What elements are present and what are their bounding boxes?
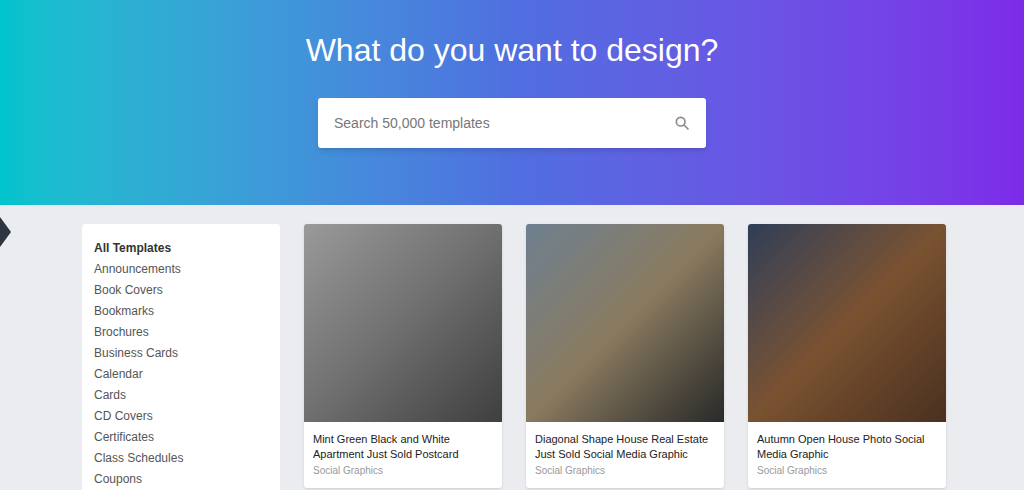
sidebar-item[interactable]: All Templates [94, 238, 268, 259]
search-input[interactable] [334, 113, 674, 134]
sidebar-item[interactable]: Cards [94, 385, 268, 406]
template-preview[interactable] [748, 224, 946, 422]
sidebar-item[interactable]: Announcements [94, 259, 268, 280]
template-card[interactable]: Diagonal Shape House Real Estate Just So… [526, 224, 724, 488]
template-card[interactable]: Mint Green Black and White Apartment Jus… [304, 224, 502, 488]
sidebar-item[interactable]: Book Covers [94, 280, 268, 301]
template-preview[interactable] [526, 224, 724, 422]
card-info: Mint Green Black and White Apartment Jus… [304, 422, 502, 488]
sidebar-item[interactable]: Bookmarks [94, 301, 268, 322]
card-grid: Mint Green Black and White Apartment Jus… [304, 224, 946, 490]
sidebar-item[interactable]: Calendar [94, 364, 268, 385]
card-title[interactable]: Mint Green Black and White Apartment Jus… [313, 432, 493, 462]
hero: What do you want to design? [0, 0, 1024, 205]
hero-title: What do you want to design? [306, 28, 719, 72]
card-category: Social Graphics [757, 463, 937, 478]
sidebar-item[interactable]: Brochures [94, 322, 268, 343]
sidebar-item[interactable]: Class Schedules [94, 448, 268, 469]
card-category: Social Graphics [313, 463, 493, 478]
template-preview[interactable] [304, 224, 502, 422]
card-title[interactable]: Diagonal Shape House Real Estate Just So… [535, 432, 715, 462]
search-icon[interactable] [674, 115, 690, 131]
card-title[interactable]: Autumn Open House Photo Social Media Gra… [757, 432, 937, 462]
sidebar-item[interactable]: CD Covers [94, 406, 268, 427]
collapse-arrow-icon[interactable] [0, 217, 11, 247]
page: What do you want to design? All Templates… [0, 0, 1024, 490]
sidebar-item[interactable]: Certificates [94, 427, 268, 448]
template-card[interactable]: Autumn Open House Photo Social Media Gra… [748, 224, 946, 488]
card-info: Autumn Open House Photo Social Media Gra… [748, 422, 946, 488]
search-box[interactable] [318, 98, 706, 148]
sidebar-item[interactable]: Business Cards [94, 343, 268, 364]
content: All TemplatesAnnouncementsBook CoversBoo… [0, 205, 1024, 490]
sidebar: All TemplatesAnnouncementsBook CoversBoo… [82, 224, 280, 490]
card-category: Social Graphics [535, 463, 715, 478]
card-info: Diagonal Shape House Real Estate Just So… [526, 422, 724, 488]
sidebar-item[interactable]: Coupons [94, 469, 268, 490]
